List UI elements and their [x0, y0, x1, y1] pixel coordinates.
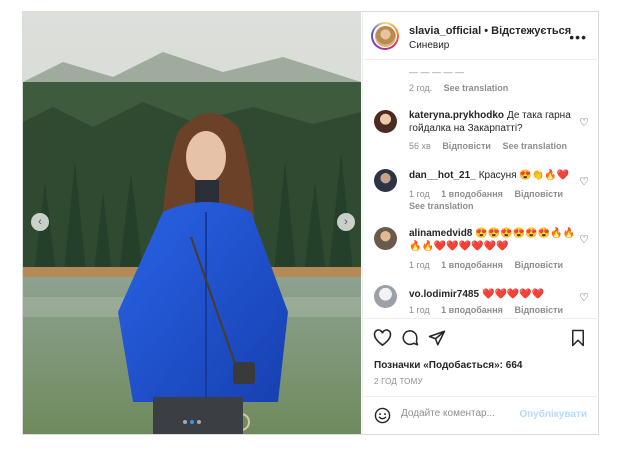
like-comment-heart-icon[interactable]: ♡ — [579, 291, 589, 304]
comment-truncated: — — — — — — [409, 67, 465, 77]
see-translation-link[interactable]: See translation — [502, 141, 567, 151]
commenter-username[interactable]: dan__hot_21_ — [409, 170, 476, 181]
likes-count[interactable]: 1 вподобання — [441, 260, 503, 270]
post-photo[interactable]: ‹ › — [23, 12, 361, 434]
carousel-next-button[interactable]: › — [337, 213, 355, 231]
post-actions: Позначки «Подобається»: 664 — [363, 318, 599, 376]
comment-composer: Опублікувати — [363, 396, 599, 434]
comment-body: alinamedvid8 😍😍😍😍😍😍🔥🔥 🔥🔥❤️❤️❤️❤️❤️❤️ — [409, 227, 575, 253]
commenter-avatar[interactable] — [374, 227, 397, 250]
commenter-avatar[interactable] — [374, 169, 397, 192]
reply-link[interactable]: Відповісти — [514, 260, 563, 270]
more-horizontal-icon[interactable]: ••• — [569, 29, 587, 45]
author-avatar[interactable] — [371, 22, 399, 50]
carousel-dot[interactable] — [197, 420, 201, 424]
carousel-dots — [23, 420, 361, 424]
like-comment-heart-icon[interactable]: ♡ — [579, 233, 589, 246]
likes-count-link[interactable]: Позначки «Подобається»: 664 — [374, 360, 522, 371]
carousel-dot[interactable] — [183, 420, 187, 424]
author-row: slavia_official • Відстежується — [409, 25, 571, 37]
comment-meta: 56 хв Відповісти See translation — [409, 141, 576, 151]
like-comment-heart-icon[interactable]: ♡ — [579, 175, 589, 188]
post-header: slavia_official • Відстежується Синевир … — [363, 12, 599, 60]
follow-status-button[interactable]: Відстежується — [491, 25, 571, 37]
commenter-username[interactable]: alinamedvid8 — [409, 228, 472, 239]
commenter-username[interactable]: vo.lodimir7485 — [409, 289, 479, 300]
comment-body: kateryna.prykhodko Де така гарна гойдалка… — [409, 109, 575, 135]
avatar-image — [374, 25, 396, 47]
author-username[interactable]: slavia_official — [409, 25, 481, 37]
reply-link[interactable]: Відповісти — [514, 189, 563, 199]
reply-link[interactable]: Відповісти — [442, 141, 491, 151]
publish-button[interactable]: Опублікувати — [519, 409, 587, 420]
post-modal: ‹ › slavia_official • Відстежується Сине… — [22, 11, 599, 435]
post-timestamp[interactable]: 2 ГОД ТОМУ — [374, 377, 423, 386]
reply-link[interactable]: Відповісти — [514, 305, 563, 315]
comment-body: dan__hot_21_ Красуня 😍👏🔥❤️ — [409, 169, 575, 182]
likes-count[interactable]: 1 вподобання — [441, 189, 503, 199]
comment-icon[interactable] — [401, 329, 419, 347]
comment-body: vo.lodimir7485 ❤️❤️❤️❤️❤️ — [409, 288, 575, 301]
comment-time: 1 год — [409, 189, 430, 199]
commenter-avatar[interactable] — [374, 285, 397, 308]
likes-count[interactable]: 1 вподобання — [441, 305, 503, 315]
comment-time: 1 год — [409, 260, 430, 270]
carousel-prev-button[interactable]: ‹ — [31, 213, 49, 231]
bookmark-icon[interactable] — [570, 329, 586, 347]
comment-time: 1 год — [409, 305, 430, 315]
comment-meta: 1 год 1 вподобання Відповісти — [409, 260, 572, 270]
comment-input[interactable] — [401, 408, 521, 419]
post-location[interactable]: Синевир — [409, 40, 449, 51]
comment-text: ❤️❤️❤️❤️❤️ — [482, 289, 545, 300]
comment-meta: 2 год. See translation — [409, 83, 517, 93]
post-sidebar: slavia_official • Відстежується Синевир … — [362, 12, 599, 434]
see-translation-link[interactable]: See translation — [409, 201, 474, 211]
commenter-avatar[interactable] — [374, 110, 397, 133]
comment-text: Красуня 😍👏🔥❤️ — [478, 170, 570, 181]
photo-woman-by-lake — [23, 12, 361, 434]
heart-icon[interactable] — [373, 329, 392, 347]
see-translation-link[interactable]: See translation — [444, 83, 509, 93]
comment-time: 2 год. — [409, 83, 433, 93]
carousel-dot-active[interactable] — [190, 420, 194, 424]
comment-time: 56 хв — [409, 141, 431, 151]
separator: • — [484, 25, 489, 37]
comment-meta: 1 год 1 вподобання Відповісти — [409, 305, 572, 315]
share-icon[interactable] — [428, 329, 446, 347]
like-comment-heart-icon[interactable]: ♡ — [579, 116, 589, 129]
comments-list[interactable]: — — — — — 2 год. See translation kateryn… — [363, 60, 599, 318]
emoji-smile-icon[interactable] — [374, 407, 391, 424]
commenter-username[interactable]: kateryna.prykhodko — [409, 110, 504, 121]
comment-meta: 1 год 1 вподобання Відповісти — [409, 189, 572, 199]
